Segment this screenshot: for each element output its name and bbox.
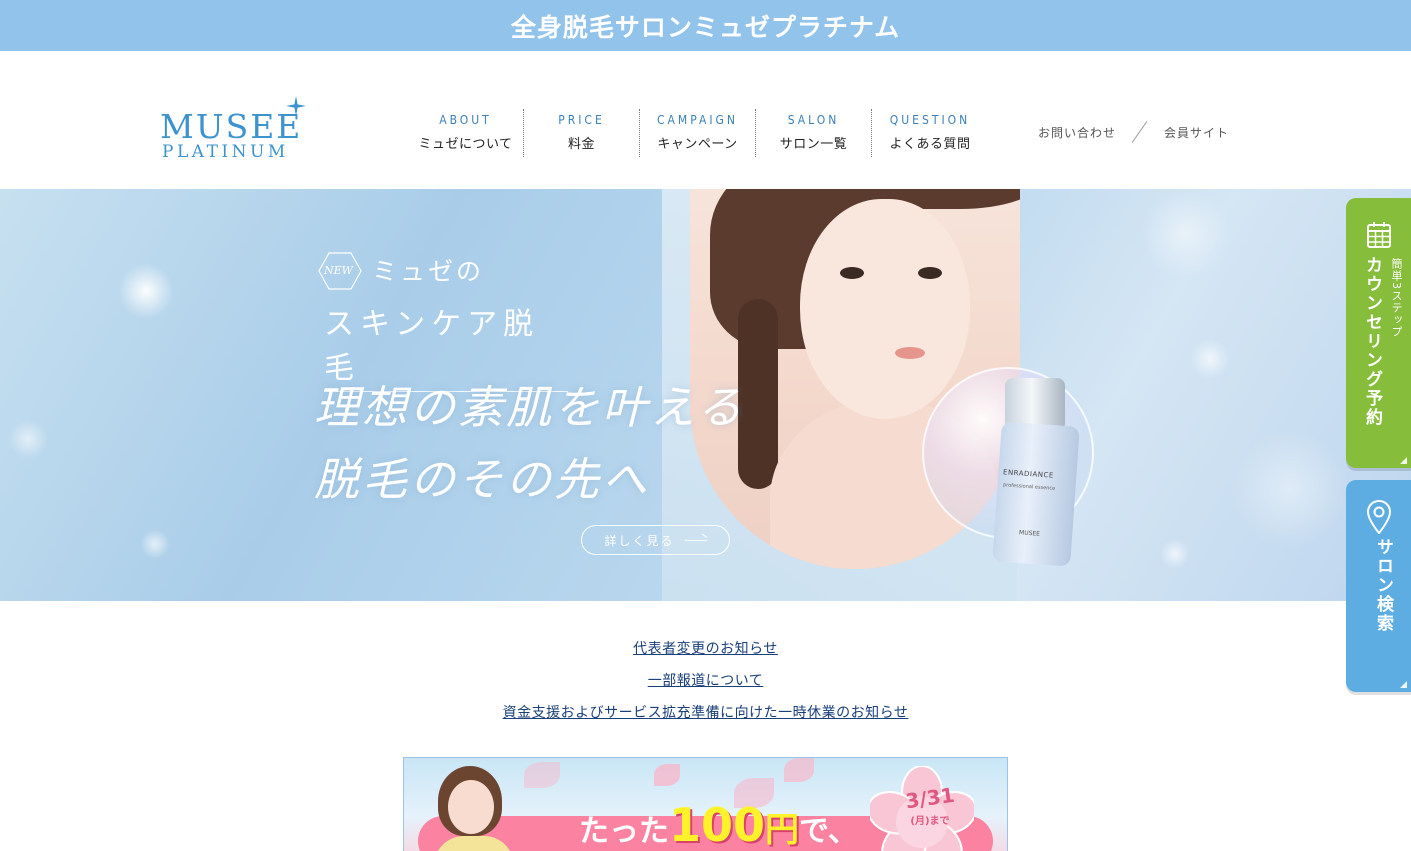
counseling-reservation-tab[interactable]: 簡単3ステップ カウンセリング予約	[1346, 198, 1411, 468]
campaign-date-sub: (月)まで	[910, 816, 950, 827]
site-header: MUSEE PLATINUM ABOUT ミュゼについて PRICE 料金 CA…	[0, 51, 1411, 189]
hero-catchcopy: 理想の素肌を叶える 脱毛のその先へ	[314, 372, 745, 516]
bokeh-light	[140, 529, 170, 559]
nav-campaign[interactable]: CAMPAIGN キャンペーン	[640, 109, 756, 157]
global-nav: ABOUT ミュゼについて PRICE 料金 CAMPAIGN キャンペーン S…	[408, 109, 988, 157]
product-brand: MUSEE	[1018, 529, 1041, 538]
campaign-model	[434, 766, 514, 851]
nav-question[interactable]: QUESTION よくある質問	[872, 109, 988, 157]
nav-price[interactable]: PRICE 料金	[524, 109, 640, 157]
nav-campaign-en: CAMPAIGN	[657, 113, 738, 127]
notice-link-report[interactable]: 一部報道について	[0, 665, 1411, 697]
nav-about-ja: ミュゼについて	[418, 137, 513, 152]
contact-link[interactable]: お問い合わせ	[1038, 124, 1116, 141]
new-badge: NEW	[318, 252, 362, 290]
nav-salon[interactable]: SALON サロン一覧	[756, 109, 872, 157]
nav-campaign-ja: キャンペーン	[657, 137, 738, 152]
counseling-tab-label: カウンセリング予約	[1362, 256, 1382, 427]
campaign-deadline: 3/31 (月)まで	[900, 783, 960, 827]
sakura-petal	[654, 764, 680, 786]
nav-about-en: ABOUT	[439, 113, 492, 127]
bokeh-light	[1230, 429, 1350, 549]
hero-catch-line2: 脱毛のその先へ	[314, 453, 651, 506]
campaign-unit: 円	[765, 810, 800, 850]
hero-detail-button[interactable]: 詳しく見る	[581, 525, 730, 555]
bokeh-light	[1160, 539, 1190, 569]
hero-sub1: ミュゼの	[372, 257, 485, 286]
corner-triangle-icon	[1400, 457, 1407, 464]
campaign-copy: たった100円で、	[579, 798, 858, 851]
musee-platinum-logo[interactable]: MUSEE PLATINUM	[160, 96, 340, 168]
arrow-right-icon	[684, 539, 707, 541]
nav-question-ja: よくある質問	[889, 137, 971, 152]
nav-price-en: PRICE	[558, 113, 605, 127]
bokeh-light	[118, 263, 174, 319]
product-bottle: ENRADIANCE professional essence MUSEE	[992, 378, 1080, 568]
salon-search-label: サロン検索	[1373, 538, 1393, 633]
counseling-tab-sub: 簡単3ステップ	[1390, 258, 1403, 338]
bokeh-light	[1140, 189, 1230, 279]
bokeh-light	[8, 419, 48, 459]
map-pin-icon	[1367, 500, 1391, 534]
logo-line1: MUSEE	[160, 107, 303, 146]
nav-price-ja: 料金	[567, 137, 595, 152]
sakura-petal	[784, 758, 814, 782]
divider-slash	[1130, 121, 1150, 143]
nav-about[interactable]: ABOUT ミュゼについて	[408, 109, 524, 157]
notice-list: 代表者変更のお知らせ 一部報道について 資金支援およびサービス拡充準備に向けた一…	[0, 633, 1411, 729]
campaign-banner[interactable]: たった100円で、 3/31 (月)まで	[403, 757, 1008, 851]
hero-banner[interactable]: ENRADIANCE professional essence MUSEE NE…	[0, 189, 1411, 601]
notice-link-representative[interactable]: 代表者変更のお知らせ	[0, 633, 1411, 665]
new-badge-label: NEW	[324, 264, 353, 277]
site-title: 全身脱毛サロンミュゼプラチナム	[510, 12, 901, 42]
campaign-date: 3/31	[904, 782, 956, 814]
campaign-amount: 100	[669, 798, 766, 851]
campaign-prefix: たった	[579, 814, 669, 849]
top-banner: 全身脱毛サロンミュゼプラチナム	[0, 0, 1411, 51]
utility-links: お問い合わせ 会員サイト	[1038, 121, 1229, 143]
nav-salon-ja: サロン一覧	[779, 137, 848, 152]
calendar-icon	[1367, 222, 1391, 248]
sakura-petal	[524, 762, 560, 788]
nav-salon-en: SALON	[787, 113, 840, 127]
logo-line2: PLATINUM	[162, 142, 289, 162]
nav-question-en: QUESTION	[889, 113, 971, 127]
member-site-link[interactable]: 会員サイト	[1164, 124, 1229, 141]
hero-detail-label: 詳しく見る	[604, 533, 675, 548]
hero-catch-line1: 理想の素肌を叶える	[314, 381, 745, 434]
campaign-suffix: で、	[799, 814, 858, 849]
notice-link-suspension[interactable]: 資金支援およびサービス拡充準備に向けた一時休業のお知らせ	[0, 697, 1411, 729]
bokeh-light	[1190, 339, 1230, 379]
